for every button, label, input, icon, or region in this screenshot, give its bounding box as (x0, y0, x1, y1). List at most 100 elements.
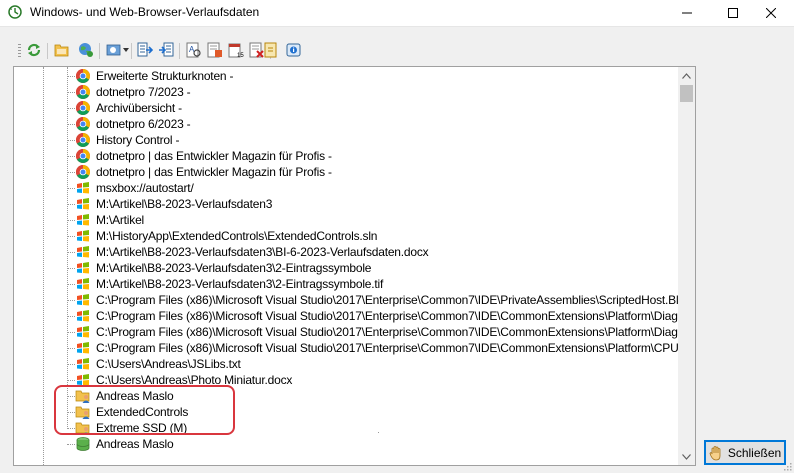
info-button[interactable] (285, 41, 303, 59)
tree-connector (67, 124, 75, 125)
tree-connector (67, 380, 75, 381)
windows-icon (75, 308, 91, 324)
tree-connector (67, 220, 75, 221)
tree-connector (67, 236, 75, 237)
tree-item[interactable]: M:\Artikel\B8-2023-Verlaufsdaten3\BI-6-2… (14, 244, 694, 260)
tree-item-label: M:\Artikel\B8-2023-Verlaufsdaten3\BI-6-2… (96, 245, 429, 259)
tree-connector (67, 92, 75, 93)
tree-connector (67, 300, 75, 301)
tree-item[interactable]: Andreas Maslo (14, 436, 694, 452)
chrome-icon (75, 68, 91, 84)
tree-item[interactable]: History Control - (14, 132, 694, 148)
tree-connector (67, 316, 75, 317)
tree-connector (67, 284, 75, 285)
import-button[interactable] (157, 41, 175, 59)
tree-item[interactable]: dotnetpro 6/2023 - (14, 116, 694, 132)
close-icon (766, 8, 776, 18)
tree-item-label: M:\Artikel\B8-2023-Verlaufsdaten3 (96, 197, 273, 211)
tree-connector (67, 204, 75, 205)
tree-item[interactable]: M:\HistoryApp\ExtendedControls\ExtendedC… (14, 228, 694, 244)
windows-icon (75, 244, 91, 260)
tree-item-label: Erweiterte Strukturknoten - (96, 69, 234, 83)
tree-item-label: M:\Artikel (96, 213, 145, 227)
tree-item[interactable]: C:\Program Files (x86)\Microsoft Visual … (14, 324, 695, 340)
tree-item-label: C:\Program Files (x86)\Microsoft Visual … (96, 341, 696, 355)
close-dialog-label: Schließen (727, 445, 782, 460)
view-dropdown-button[interactable] (105, 41, 123, 59)
tree-item-label: C:\Users\Andreas\JSLibs.txt (96, 357, 241, 371)
tree-item[interactable]: Erweiterte Strukturknoten - (14, 68, 694, 84)
tree-item[interactable]: M:\Artikel\B8-2023-Verlaufsdaten3\2-Eint… (14, 260, 694, 276)
close-dialog-button[interactable]: Schließen (704, 440, 786, 465)
tree-item[interactable]: M:\Artikel\B8-2023-Verlaufsdaten3\2-Eint… (14, 276, 694, 292)
chrome-icon (75, 100, 91, 116)
tree-item[interactable]: C:\Program Files (x86)\Microsoft Visual … (14, 292, 695, 308)
windows-icon (75, 324, 91, 340)
title-bar: Windows- und Web-Browser-Verlaufsdaten (0, 0, 794, 27)
maximize-icon (728, 8, 738, 18)
tree-item-label: dotnetpro 7/2023 - (96, 85, 191, 99)
tree-item[interactable]: M:\Artikel (14, 212, 694, 228)
open-folder-button[interactable] (53, 41, 71, 59)
calendar-button[interactable]: 15 (227, 41, 245, 59)
chrome-icon (75, 84, 91, 100)
tree-connector (67, 348, 75, 349)
tree-connector (67, 364, 75, 365)
chrome-icon (75, 116, 91, 132)
open-folder-icon (54, 44, 69, 57)
tree-connector (67, 172, 75, 173)
calendar-icon: 15 (228, 43, 244, 58)
scroll-thumb[interactable] (680, 85, 693, 102)
toolbar: A 15 (0, 36, 794, 64)
tree-item[interactable]: msxbox://autostart/ (14, 180, 694, 196)
tree-connector (67, 268, 75, 269)
svg-text:15: 15 (237, 53, 244, 58)
chrome-icon (75, 148, 91, 164)
globe-icon (79, 43, 93, 57)
close-window-button[interactable] (748, 0, 794, 26)
tree-item[interactable]: Archivübersicht - (14, 100, 694, 116)
sort-button[interactable] (206, 41, 224, 59)
tree-connector (67, 156, 75, 157)
tree-item-label: Andreas Maslo (96, 437, 174, 451)
windows-icon (75, 340, 91, 356)
tree-item-label: dotnetpro 6/2023 - (96, 117, 191, 131)
chrome-icon (75, 132, 91, 148)
chevron-up-icon (682, 72, 691, 79)
tree-item-label: History Control - (96, 133, 180, 147)
refresh-button[interactable] (25, 41, 43, 59)
tree-item[interactable]: C:\Program Files (x86)\Microsoft Visual … (14, 308, 695, 324)
windows-icon (75, 180, 91, 196)
minimize-button[interactable] (664, 0, 710, 26)
toolbar-separator (179, 43, 180, 59)
find-text-icon: A (186, 42, 201, 58)
tree-item[interactable]: M:\Artikel\B8-2023-Verlaufsdaten3 (14, 196, 694, 212)
highlight-annotation (54, 385, 235, 435)
tree-item[interactable]: C:\Users\Andreas\JSLibs.txt (14, 356, 694, 372)
scroll-up-button[interactable] (678, 67, 695, 84)
tree-item-label: M:\HistoryApp\ExtendedControls\ExtendedC… (96, 229, 378, 243)
chevron-down-icon[interactable] (123, 48, 129, 52)
refresh-icon (27, 43, 41, 57)
toolbar-separator (99, 43, 100, 59)
export-button[interactable] (136, 41, 154, 59)
tree-item[interactable]: dotnetpro | das Entwickler Magazin für P… (14, 164, 694, 180)
toolbar-grip[interactable] (18, 44, 21, 58)
scroll-down-button[interactable] (678, 448, 695, 465)
find-text-button[interactable]: A (185, 41, 203, 59)
stray-dot (378, 432, 379, 433)
windows-icon (75, 228, 91, 244)
globe-button[interactable] (77, 41, 95, 59)
toolbar-separator (131, 43, 132, 59)
tree-item-label: M:\Artikel\B8-2023-Verlaufsdaten3\2-Eint… (96, 261, 372, 275)
tree-item-label: M:\Artikel\B8-2023-Verlaufsdaten3\2-Eint… (96, 277, 384, 291)
tree-item[interactable]: dotnetpro 7/2023 - (14, 84, 694, 100)
resize-grip-icon[interactable] (782, 461, 792, 471)
tree-item[interactable]: dotnetpro | das Entwickler Magazin für P… (14, 148, 694, 164)
page-button[interactable] (262, 41, 280, 59)
export-icon (137, 42, 153, 57)
vertical-scrollbar[interactable] (678, 67, 695, 465)
info-icon (286, 43, 301, 57)
tree-item[interactable]: C:\Program Files (x86)\Microsoft Visual … (14, 340, 696, 356)
tree-connector (67, 76, 75, 77)
